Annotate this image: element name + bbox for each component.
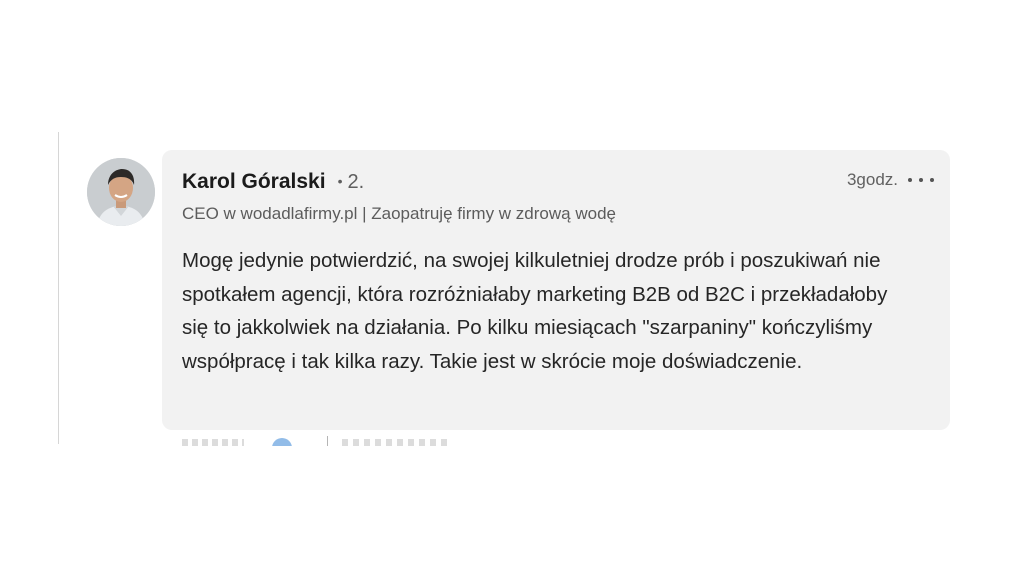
- comment-actions: [182, 436, 482, 446]
- timestamp: 3godz.: [846, 170, 898, 189]
- author-headline: CEO w wodadlafirmy.pl | Zaopatruję firmy…: [182, 204, 616, 223]
- degree-separator: •: [337, 173, 343, 189]
- degree-value: 2.: [347, 171, 365, 193]
- reaction-icon[interactable]: [272, 438, 292, 446]
- actions-divider: [327, 436, 328, 446]
- author-avatar[interactable]: [87, 158, 155, 226]
- author-row: Karol Góralski • 2.: [182, 170, 364, 194]
- more-horizontal-icon-dot: [930, 178, 934, 182]
- like-action[interactable]: [182, 439, 244, 446]
- more-options-button[interactable]: [906, 170, 936, 190]
- reply-action[interactable]: [342, 439, 452, 446]
- author-name[interactable]: Karol Góralski: [182, 170, 326, 194]
- comment-meta: 3godz.: [847, 170, 936, 190]
- more-horizontal-icon: [908, 178, 912, 182]
- connection-degree: • 2.: [338, 171, 365, 194]
- profile-photo-icon: [87, 158, 155, 226]
- comment-bubble: Karol Góralski • 2. CEO w wodadlafirmy.pl…: [162, 150, 950, 430]
- more-horizontal-icon-dot: [919, 178, 923, 182]
- comment-text: Mogę jedynie potwierdzić, na swojej kilk…: [182, 249, 888, 373]
- thread-line: [58, 132, 59, 444]
